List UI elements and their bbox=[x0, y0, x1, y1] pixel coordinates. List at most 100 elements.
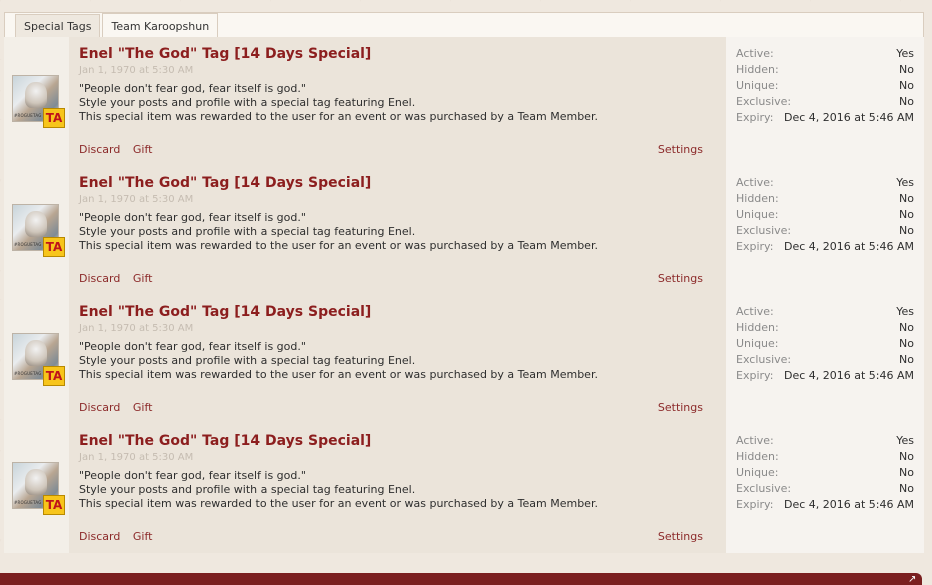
description-line: "People don't fear god, fear itself is g… bbox=[79, 469, 306, 482]
thumbnail-figure bbox=[25, 340, 47, 366]
gift-link[interactable]: Gift bbox=[133, 530, 153, 543]
thumbnail-figure bbox=[25, 469, 47, 495]
description-line: "People don't fear god, fear itself is g… bbox=[79, 82, 306, 95]
item-date: Jan 1, 1970 at 5:30 AM bbox=[79, 323, 194, 334]
item-thumbnail-cell: #ROGUETAG TA bbox=[4, 166, 69, 295]
stat-value: No bbox=[899, 79, 914, 92]
thumbnail-figure bbox=[25, 82, 47, 108]
description-line: Style your posts and profile with a spec… bbox=[79, 354, 416, 367]
description-line: This special item was rewarded to the us… bbox=[79, 239, 598, 252]
thumbnail-caption: #ROGUETAG bbox=[14, 371, 42, 376]
stat-value: No bbox=[899, 63, 914, 76]
thumbnail-figure bbox=[25, 211, 47, 237]
item-date: Jan 1, 1970 at 5:30 AM bbox=[79, 452, 194, 463]
gift-link[interactable]: Gift bbox=[133, 272, 153, 285]
stat-label: Hidden: bbox=[736, 192, 779, 205]
item-stats: Active: Yes Hidden: No Unique: No Exclusive… bbox=[723, 166, 924, 295]
item-title[interactable]: Enel "The God" Tag [14 Days Special] bbox=[79, 433, 371, 449]
stat-label: Expiry: bbox=[736, 111, 774, 124]
thumbnail-caption: #ROGUETAG bbox=[14, 242, 42, 247]
stat-active: Active: Yes bbox=[736, 433, 914, 449]
discard-link[interactable]: Discard bbox=[79, 143, 120, 156]
stat-value: Yes bbox=[896, 176, 914, 189]
item-list: #ROGUETAG TA Enel "The God" Tag [14 Days… bbox=[4, 37, 924, 553]
ta-badge: TA bbox=[43, 495, 65, 515]
stat-label: Expiry: bbox=[736, 369, 774, 382]
stat-value: Yes bbox=[896, 47, 914, 60]
thumbnail-caption: #ROGUETAG bbox=[14, 500, 42, 505]
description-line: "People don't fear god, fear itself is g… bbox=[79, 340, 306, 353]
stat-label: Hidden: bbox=[736, 450, 779, 463]
settings-link[interactable]: Settings bbox=[658, 401, 703, 414]
stat-active: Active: Yes bbox=[736, 304, 914, 320]
ta-badge: TA bbox=[43, 237, 65, 257]
item-description: "People don't fear god, fear itself is g… bbox=[79, 211, 723, 253]
item-details: Enel "The God" Tag [14 Days Special] Jan… bbox=[69, 166, 723, 295]
settings-link[interactable]: Settings bbox=[658, 143, 703, 156]
settings-link[interactable]: Settings bbox=[658, 272, 703, 285]
item-thumbnail-cell: #ROGUETAG TA bbox=[4, 37, 69, 166]
stat-exclusive: Exclusive: No bbox=[736, 352, 914, 368]
description-line: Style your posts and profile with a spec… bbox=[79, 483, 416, 496]
stat-value: No bbox=[899, 450, 914, 463]
stat-label: Unique: bbox=[736, 79, 779, 92]
stat-label: Active: bbox=[736, 47, 774, 60]
tab-special-tags[interactable]: Special Tags bbox=[15, 14, 101, 37]
item-details: Enel "The God" Tag [14 Days Special] Jan… bbox=[69, 295, 723, 424]
discard-link[interactable]: Discard bbox=[79, 530, 120, 543]
item-actions: Discard Gift bbox=[79, 272, 161, 285]
stat-value: Dec 4, 2016 at 5:46 AM bbox=[783, 111, 914, 124]
stat-unique: Unique: No bbox=[736, 465, 914, 481]
stat-expiry: Expiry: Dec 4, 2016 at 5:46 AM bbox=[736, 110, 914, 126]
description-line: Style your posts and profile with a spec… bbox=[79, 96, 416, 109]
item-stats: Active: Yes Hidden: No Unique: No Exclusive… bbox=[723, 37, 924, 166]
stat-value: No bbox=[899, 337, 914, 350]
list-item: #ROGUETAG TA Enel "The God" Tag [14 Days… bbox=[4, 295, 924, 424]
discard-link[interactable]: Discard bbox=[79, 401, 120, 414]
item-date: Jan 1, 1970 at 5:30 AM bbox=[79, 194, 194, 205]
list-item: #ROGUETAG TA Enel "The God" Tag [14 Days… bbox=[4, 424, 924, 553]
stat-value: Dec 4, 2016 at 5:46 AM bbox=[783, 498, 914, 511]
description-line: This special item was rewarded to the us… bbox=[79, 497, 598, 510]
discard-link[interactable]: Discard bbox=[79, 272, 120, 285]
item-description: "People don't fear god, fear itself is g… bbox=[79, 82, 723, 124]
stat-value: Dec 4, 2016 at 5:46 AM bbox=[783, 369, 914, 382]
footer-bar bbox=[0, 573, 922, 585]
stat-label: Exclusive: bbox=[736, 353, 792, 366]
stat-label: Hidden: bbox=[736, 321, 779, 334]
stat-exclusive: Exclusive: No bbox=[736, 481, 914, 497]
list-item: #ROGUETAG TA Enel "The God" Tag [14 Days… bbox=[4, 37, 924, 166]
stat-unique: Unique: No bbox=[736, 78, 914, 94]
stat-label: Unique: bbox=[736, 466, 779, 479]
item-actions: Discard Gift bbox=[79, 143, 161, 156]
stat-value: Yes bbox=[896, 305, 914, 318]
stat-label: Unique: bbox=[736, 208, 779, 221]
stat-label: Unique: bbox=[736, 337, 779, 350]
stat-value: No bbox=[899, 321, 914, 334]
stat-hidden: Hidden: No bbox=[736, 62, 914, 78]
stat-value: No bbox=[899, 466, 914, 479]
item-details: Enel "The God" Tag [14 Days Special] Jan… bbox=[69, 424, 723, 553]
item-stats: Active: Yes Hidden: No Unique: No Exclusive… bbox=[723, 295, 924, 424]
description-line: This special item was rewarded to the us… bbox=[79, 368, 598, 381]
stat-label: Active: bbox=[736, 176, 774, 189]
stat-value: No bbox=[899, 95, 914, 108]
settings-link[interactable]: Settings bbox=[658, 530, 703, 543]
stat-value: Dec 4, 2016 at 5:46 AM bbox=[783, 240, 914, 253]
gift-link[interactable]: Gift bbox=[133, 143, 153, 156]
stat-value: Yes bbox=[896, 434, 914, 447]
stat-exclusive: Exclusive: No bbox=[736, 223, 914, 239]
stat-label: Hidden: bbox=[736, 63, 779, 76]
tab-team-karoopshun[interactable]: Team Karoopshun bbox=[102, 13, 219, 38]
resize-corner-icon[interactable]: ↗ bbox=[908, 575, 918, 585]
stat-unique: Unique: No bbox=[736, 336, 914, 352]
gift-link[interactable]: Gift bbox=[133, 401, 153, 414]
stat-expiry: Expiry: Dec 4, 2016 at 5:46 AM bbox=[736, 497, 914, 513]
stat-unique: Unique: No bbox=[736, 207, 914, 223]
stat-hidden: Hidden: No bbox=[736, 320, 914, 336]
item-title[interactable]: Enel "The God" Tag [14 Days Special] bbox=[79, 175, 371, 191]
description-line: "People don't fear god, fear itself is g… bbox=[79, 211, 306, 224]
description-line: This special item was rewarded to the us… bbox=[79, 110, 598, 123]
item-title[interactable]: Enel "The God" Tag [14 Days Special] bbox=[79, 304, 371, 320]
item-title[interactable]: Enel "The God" Tag [14 Days Special] bbox=[79, 46, 371, 62]
